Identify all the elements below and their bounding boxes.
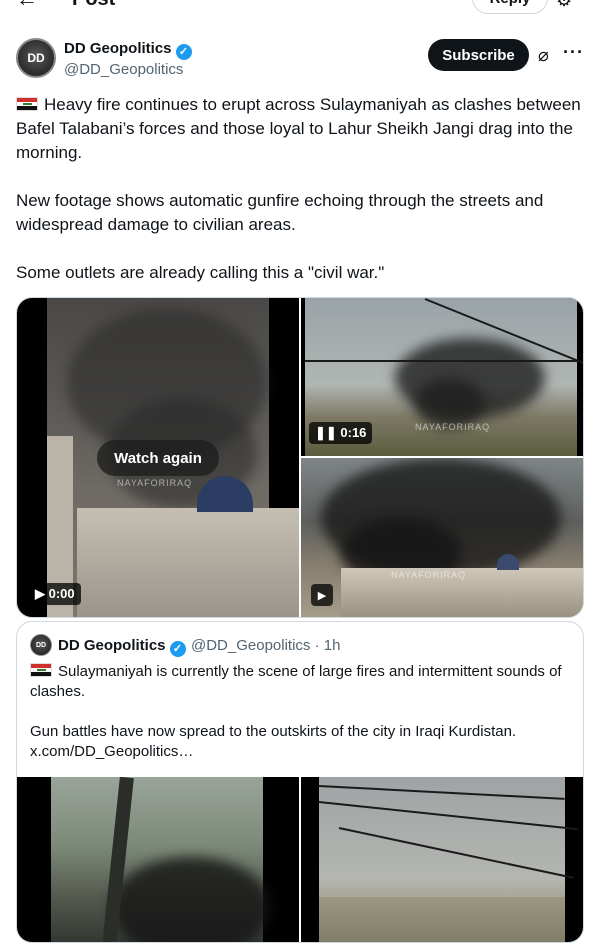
post-paragraph: Some outlets are already calling this a … <box>16 263 385 282</box>
quote-text: Sulaymaniyah is currently the scene of l… <box>30 662 570 782</box>
quote-avatar[interactable]: DD <box>30 634 52 656</box>
reply-button[interactable]: Reply <box>472 0 548 14</box>
quote-paragraph: Gun battles have now spread to the outsk… <box>30 723 517 760</box>
watch-again-button[interactable]: Watch again <box>97 440 219 476</box>
video-tile-left[interactable]: Watch again NAYAFORIRAQ ▶ 0:00 <box>17 298 299 617</box>
author-handle[interactable]: @DD_Geopolitics <box>64 61 183 78</box>
video-watermark: NAYAFORIRAQ <box>391 570 467 580</box>
quote-handle-time[interactable]: @DD_Geopolitics · 1h <box>191 637 340 654</box>
post-paragraph: New footage shows automatic gunfire echo… <box>16 191 544 234</box>
back-arrow-icon[interactable]: ← <box>16 0 38 12</box>
verified-badge-icon: ✓ <box>169 641 186 657</box>
video-tile-top-right[interactable]: NAYAFORIRAQ ❚❚ 0:16 <box>301 298 583 456</box>
top-bar: ← Post Reply ⚙ <box>0 0 601 16</box>
more-options-icon[interactable]: ··· <box>563 42 584 63</box>
play-icon[interactable]: ▶ <box>311 584 333 606</box>
video-watermark: NAYAFORIRAQ <box>117 478 193 488</box>
quote-paragraph: Sulaymaniyah is currently the scene of l… <box>30 662 570 702</box>
video-time-badge[interactable]: ▶ 0:00 <box>29 583 81 605</box>
quote-media-left[interactable] <box>17 777 299 942</box>
media-grid: Watch again NAYAFORIRAQ ▶ 0:00 NAYAFORIR… <box>16 297 584 618</box>
video-tile-bottom-right[interactable]: NAYAFORIRAQ ▶ <box>301 458 583 617</box>
iraq-flag-icon <box>30 663 52 677</box>
post-paragraph: Heavy fire continues to erupt across Sul… <box>16 93 584 165</box>
page-title: Post <box>72 0 115 11</box>
post-paragraph-text: Heavy fire continues to erupt across Sul… <box>16 95 581 162</box>
avatar[interactable]: DD <box>16 38 56 78</box>
video-frame <box>51 777 271 942</box>
video-watermark: NAYAFORIRAQ <box>415 422 491 432</box>
quote-author-name[interactable]: DD Geopolitics ✓ <box>58 637 186 657</box>
author-name[interactable]: DD Geopolitics ✓ <box>64 40 192 60</box>
author-name-text[interactable]: DD Geopolitics <box>64 40 172 57</box>
verified-badge-icon: ✓ <box>175 44 192 60</box>
quote-paragraph-text: Sulaymaniyah is currently the scene of l… <box>30 663 562 700</box>
quote-author-name-text[interactable]: DD Geopolitics <box>58 637 166 654</box>
video-frame <box>318 777 578 942</box>
settings-icon[interactable]: ⚙ <box>556 0 572 11</box>
subscribe-button[interactable]: Subscribe <box>428 39 529 71</box>
quoted-post[interactable]: DD DD Geopolitics ✓ @DD_Geopolitics · 1h … <box>16 621 584 943</box>
grok-icon[interactable]: ⌀ <box>538 45 549 66</box>
post-text: Heavy fire continues to erupt across Sul… <box>16 93 584 309</box>
iraq-flag-icon <box>16 97 38 111</box>
quote-media-right[interactable] <box>301 777 583 942</box>
video-time-badge[interactable]: ❚❚ 0:16 <box>309 422 373 444</box>
